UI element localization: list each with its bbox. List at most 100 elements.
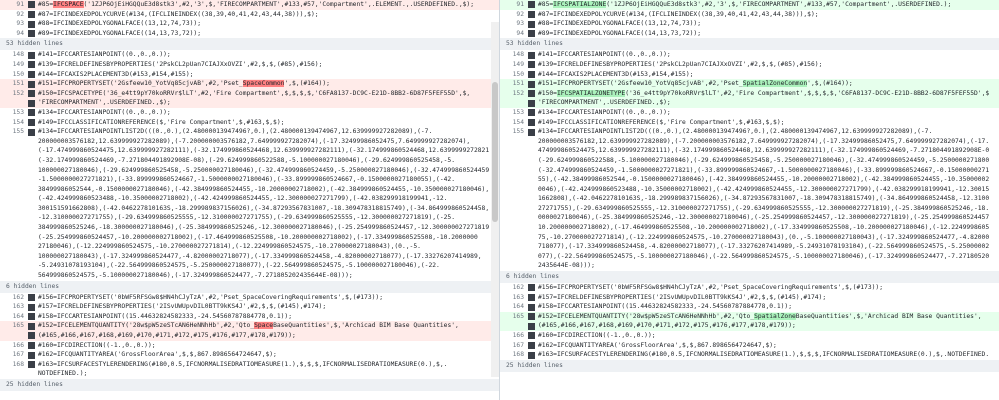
- changed-token: Space: [254, 322, 274, 330]
- code-text: #156=IFCPROPERTYSET('0bWF5RFSGw8$HN4hCJy…: [38, 293, 489, 303]
- code-suffix: #158=IFCCARTESIANPOINT((15.4463282458233…: [538, 303, 793, 311]
- line-number: 149: [12, 60, 24, 68]
- code-line: (-29.624999860522588,-5.100000027180046)…: [500, 156, 999, 166]
- code-line: 154 #149=IFCCLASSIFICATIONREFERENCE($,'Fi…: [500, 118, 999, 128]
- hidden-lines-expander[interactable]: 6 hidden lines: [500, 271, 999, 284]
- code-text: #141=IFCCARTESIANPOINT((0.,0.,0.));: [38, 50, 489, 60]
- hidden-lines-label: 25 hidden lines: [506, 360, 989, 372]
- code-suffix: 38499986052544,-0.1500000027180046),(-42…: [38, 185, 489, 193]
- code-suffix: (#165,#166,#167,#168,#169,#170,#171,#172…: [38, 332, 296, 339]
- code-suffix: #88=IFCINDEXEDPOLYGONALFACE((13,12,74,73…: [538, 20, 702, 28]
- code-suffix: ('1ZJP6OjEiHGQQuE3d8stk3',#2,'3',$,'FIRE…: [606, 1, 952, 8]
- deleted-line: 152 #150=IFCSPACETYPE('36_e4tt9pY70koRRVr…: [0, 88, 499, 99]
- code-suffix: 'FIRECOMPARTMENT',.USERDEFINED.,$);: [38, 99, 171, 107]
- entity-marker-icon: [528, 303, 535, 311]
- code-line: 94 #89=IFCINDEXEDPOLYGONALFACE((14,13,73,…: [0, 29, 499, 39]
- code-suffix: #141=IFCCARTESIANPOINT((0.,0.,0.));: [38, 51, 171, 59]
- code-text: #144=IFCAXIS2PLACEMENT3D(#153,#154,#155)…: [538, 70, 989, 80]
- hidden-lines-label: 53 hidden lines: [6, 38, 489, 50]
- code-suffix: 6 hidden lines: [506, 273, 560, 281]
- line-number: 168: [512, 351, 524, 359]
- code-line: 168 #163=IFCSURFACESTYLERENDERING(#180,0.…: [500, 350, 999, 360]
- code-line: 564999860524575,-5.1000000271800​46),(-1…: [0, 271, 499, 281]
- code-text: #150=IFCSPATIALZONETYPE('36_e4tt9pY70koR…: [538, 89, 989, 99]
- entity-marker-icon: [28, 351, 35, 359]
- code-suffix: #156=IFCPROPERTYSET('0bWF5RFSGw8$HN4hCJy…: [538, 284, 883, 292]
- code-suffix: #134=IFCCARTESIANPOINTLIST2D(((0.,0.),(2…: [538, 128, 933, 136]
- code-line: 148 #141=IFCCARTESIANPOINT((0.,0.,0.));: [0, 50, 499, 60]
- entity-marker-icon: [28, 313, 35, 321]
- code-suffix: (-25.254999860524457,-10.200000002718002…: [38, 233, 478, 241]
- left-scrollbar[interactable]: [491, 22, 499, 377]
- entity-marker-icon: [528, 20, 535, 28]
- line-number: 164: [12, 312, 24, 320]
- code-suffix: #89=IFCINDEXEDPOLYGONALFACE((14,13,73,72…: [538, 29, 702, 37]
- entity-marker-icon: [528, 51, 535, 59]
- entity-marker-icon: [28, 80, 35, 88]
- code-prefix: #151=IFCPROPERTYSET('2Gsfeew10_YotVq85cj…: [538, 80, 743, 88]
- line-number: 148: [12, 51, 24, 59]
- entity-marker-icon: [28, 322, 35, 330]
- code-text: (#165,#166,#167,#168,#169,#170,#171,#172…: [538, 321, 989, 331]
- code-suffix: 077),(-22.564999860524575,-5.10000002718…: [538, 252, 989, 260]
- code-suffix: BaseQuantities',$,'Archicad BIM Base Qua…: [273, 322, 459, 330]
- hidden-lines-expander[interactable]: 25 hidden lines: [500, 359, 999, 372]
- code-text: 200000003576182,12.639999927282089),(-7.…: [38, 137, 489, 147]
- line-number: 92: [516, 10, 524, 18]
- code-line: -12.310000027271755),(-29.63499986052555…: [0, 213, 499, 223]
- code-suffix: #162=IFCQUANTITYAREA('GrossFloorArea',$,…: [38, 351, 277, 359]
- code-suffix: #134=IFCCARTESIANPOINT((0.,0.,0.));: [538, 108, 671, 116]
- entity-marker-icon: [528, 70, 535, 78]
- entity-marker-icon: [528, 90, 535, 98]
- code-text: 718077),(-17.334999860524458,-4.82000002…: [538, 242, 989, 252]
- code-line: (-17.474999860524475,12.639999927282111)…: [0, 146, 499, 156]
- code-line: 163 #157=IFCRELDEFINESBYPROPERTIES('2ISvU…: [0, 302, 499, 312]
- code-prefix: #85=: [38, 1, 54, 8]
- code-line: 155 #134=IFCCARTESIANPOINTLIST2D(((0.,0.)…: [0, 127, 499, 137]
- code-suffix: #160=IFCDIRECTION((-1.,0.,0.));: [38, 341, 156, 349]
- entity-marker-icon: [528, 61, 535, 69]
- code-text: 38499986052544,-0.1500000027180046),(-42…: [38, 185, 489, 195]
- left-pane-original[interactable]: 91 #85=IFCSPACE('1ZJP6OjEiHGQQuE3d8stk3',…: [0, 0, 500, 400]
- code-suffix: 300151591662808),(-42.046227810163S,-18.…: [38, 204, 489, 212]
- code-suffix: 100000027180046),(-29.624999860525458,-5…: [38, 166, 489, 174]
- deleted-line: 151 #151=IFCPROPERTYSET('2Gsfeew10_YotVq8…: [0, 79, 499, 89]
- right-pane-modified[interactable]: 91 #85=IFCSPATIALZONE('1ZJP6OjEiHGQQuE3d8…: [500, 0, 999, 400]
- line-number: 164: [512, 303, 524, 311]
- code-line: 150 #144=IFCAXIS2PLACEMENT3D(#153,#154,#1…: [500, 70, 999, 80]
- code-suffix: #87=IFCINDEXEDPOLYCURVE(#134,(IFCLINEIND…: [538, 10, 819, 18]
- code-text: #144=IFCAXIS2PLACEMENT3D(#153,#154,#155)…: [38, 70, 489, 80]
- code-line: 384999860525246,-18.300000027180046),(-2…: [0, 223, 499, 233]
- code-suffix: #139=IFCRELDEFINESBYPROPERTIES('2PskCL2p…: [538, 60, 823, 68]
- entity-marker-icon: [28, 51, 35, 59]
- code-text: #150=IFCSPACETYPE('36_e4tt9pY70koRRVr$lL…: [38, 89, 489, 99]
- hidden-lines-expander[interactable]: 25 hidden lines: [0, 378, 499, 391]
- line-number: 153: [512, 108, 524, 116]
- code-text: 474999860524475,12.639999927282111),(-32…: [538, 146, 989, 156]
- changed-token: IFCSPATIALZONE: [553, 1, 607, 8]
- hidden-lines-expander[interactable]: 6 hidden lines: [0, 280, 499, 293]
- code-text: #134=IFCCARTESIANPOINT((0.,0.,0.));: [538, 108, 989, 118]
- code-text: 27180046),(-12.224999860524575,-10.27000…: [38, 242, 489, 252]
- hidden-lines-label: 6 hidden lines: [6, 281, 489, 293]
- code-suffix: 200000003576182,12.639999927282089),(-7.…: [538, 137, 989, 145]
- code-suffix: 474999860524475,12.639999927282111),(-32…: [538, 147, 989, 155]
- entity-marker-icon: [528, 1, 535, 9]
- code-text: #88=IFCINDEXEDPOLYGONALFACE((13,12,74,73…: [38, 19, 489, 29]
- left-scrollbar-thumb[interactable]: [492, 82, 498, 222]
- code-text: 'FIRECOMPARTMENT',.USERDEFINED.,$);: [38, 98, 489, 108]
- code-line: 155 #134=IFCCARTESIANPOINTLIST2D(((0.,0.)…: [500, 127, 999, 137]
- entity-marker-icon: [28, 294, 35, 302]
- code-line: 166 #160=IFCDIRECTION((-1.,0.,0.));: [500, 331, 999, 341]
- code-line: 300151591662808),(-42.046227810163S,-18.…: [0, 204, 499, 214]
- hidden-lines-expander[interactable]: 53 hidden lines: [0, 38, 499, 51]
- deleted-line: 'FIRECOMPARTMENT',.USERDEFINED.,$);: [0, 98, 499, 108]
- code-line: NOTDEFINED.);: [0, 369, 499, 379]
- code-line: -1.5000000027271821),(-33.89999986052466…: [0, 175, 499, 185]
- line-number: 91: [516, 1, 524, 8]
- entity-marker-icon: [528, 322, 535, 330]
- code-line: 92 #87=IFCINDEXEDPOLYCURVE(#134,(IFCLINEI…: [500, 10, 999, 20]
- hidden-lines-expander[interactable]: 53 hidden lines: [500, 38, 999, 51]
- code-line: 200000003576182,12.639999927282089),(-7.…: [0, 137, 499, 147]
- line-number: 92: [16, 10, 24, 18]
